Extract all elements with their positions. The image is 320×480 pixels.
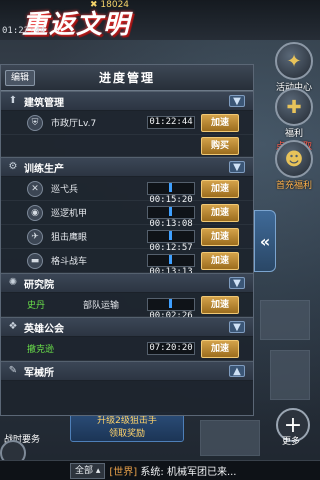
section-hero-guild[interactable]: ❖ 英雄公会 ▼ (1, 317, 253, 337)
building[interactable] (260, 300, 310, 340)
soldier-avatar-icon: ☻ (275, 140, 313, 178)
section-title: 建筑管理 (24, 97, 64, 109)
item-timer: 00:13:13 (147, 254, 195, 277)
section-title: 军械所 (24, 367, 54, 379)
chat-channel-select[interactable]: 全部 ▴ (70, 462, 106, 479)
research-topic: 部队运输 (83, 301, 120, 311)
city-hall-icon: ⛨ (27, 114, 43, 131)
speed-up-button[interactable]: 加速 (201, 339, 239, 358)
chat-channel-label: [世界] (109, 467, 138, 478)
speed-up-button[interactable]: 加速 (201, 227, 239, 246)
wrench-icon: ✎ (8, 365, 18, 376)
item-timer: 00:12:57 (147, 230, 195, 253)
section-title: 英雄公会 (24, 323, 64, 335)
item-timer: 01:22:44 (147, 116, 195, 129)
mech-icon: ◉ (27, 204, 43, 221)
building[interactable] (270, 350, 310, 400)
collapse-panel-button[interactable]: « (254, 210, 276, 272)
chat-bar[interactable]: 全部 ▴ [世界] 系统: 机械军团已来... (0, 460, 320, 480)
chat-message-text: 系统: 机械军团已来... (140, 467, 237, 478)
chevron-left-icon: « (259, 231, 271, 251)
panel-title: 进度管理 (98, 71, 155, 85)
list-item: 撤克逊 07:20:20 加速 (1, 337, 253, 361)
chevron-down-icon[interactable]: ▼ (229, 161, 245, 173)
aircraft-icon: ✈ (27, 228, 43, 245)
first-charge-button[interactable]: ☻ 首充福利 (268, 140, 320, 191)
speed-up-button[interactable]: 加速 (201, 251, 239, 270)
item-timer: 00:02:26 (147, 298, 195, 321)
list-item: ▬ 格斗战车 00:13:13 加速 (1, 249, 253, 277)
speed-up-button[interactable]: 加速 (201, 113, 239, 132)
speed-up-button[interactable]: 加速 (201, 179, 239, 198)
list-item: ✈ 狙击鹰眼 00:12:57 加速 (1, 225, 253, 253)
section-research[interactable]: ✺ 研究院 ▼ (1, 273, 253, 293)
gear-star-icon: ✦ (275, 42, 313, 80)
arrow-up-icon: ⬆ (8, 95, 18, 106)
section-title: 训练生产 (24, 163, 64, 175)
item-name: 格斗战车 (51, 257, 88, 267)
quest-banner[interactable]: 升级2级狙击手 领取奖励 (70, 412, 184, 442)
building[interactable] (200, 420, 260, 456)
buy-button[interactable]: 购买 (201, 136, 239, 155)
more-label: 更多 (282, 437, 301, 447)
item-name: 巡弋兵 (51, 185, 79, 195)
build-timer: 01:22:44 (2, 26, 46, 36)
progress-management-panel: 编辑 进度管理 ⬆ 建筑管理 ▼ ⛨ 市政厅Lv.7 01:22:44 加速 购… (0, 64, 254, 416)
researcher-name: 史丹 (27, 301, 46, 311)
section-armory[interactable]: ✎ 军械所 ▲ (1, 361, 253, 381)
first-charge-label: 首充福利 (275, 181, 312, 191)
item-timer: 07:20:20 (147, 342, 195, 355)
chevron-down-icon[interactable]: ▼ (229, 95, 245, 107)
quest-text: 升级2级狙击手 (97, 416, 157, 426)
atom-icon: ✺ (8, 277, 18, 288)
chat-message[interactable]: [世界] 系统: 机械军团已来... (109, 463, 309, 478)
chevron-down-icon[interactable]: ▲ (229, 365, 245, 377)
section-building[interactable]: ⬆ 建筑管理 ▼ (1, 91, 253, 111)
speed-up-button[interactable]: 加速 (201, 295, 239, 314)
speed-up-button[interactable]: 加速 (201, 203, 239, 222)
item-name: 狙击鹰眼 (51, 233, 88, 243)
section-training[interactable]: ⚙ 训练生产 ▼ (1, 157, 253, 177)
item-timer: 00:13:08 (147, 206, 195, 229)
hero-name: 撤克逊 (27, 345, 55, 355)
chevron-down-icon[interactable]: ▼ (229, 321, 245, 333)
welfare-label: 福利 (284, 129, 303, 139)
gear-icon: ⚙ (8, 161, 18, 172)
item-name: 巡逻机甲 (51, 209, 88, 219)
chevron-down-icon[interactable]: ▼ (229, 277, 245, 289)
panel-header: 编辑 进度管理 (1, 65, 253, 91)
list-item: ◉ 巡逻机甲 00:13:08 加速 (1, 201, 253, 229)
list-item: 购买 (1, 135, 253, 157)
top-status-bar: ✖ 18024 重返文明 (0, 0, 320, 40)
item-name: 市政厅Lv.7 (51, 119, 97, 129)
section-title: 研究院 (24, 279, 54, 291)
gift-icon: ✚ (275, 88, 313, 126)
list-item: ⛨ 市政厅Lv.7 01:22:44 加速 (1, 111, 253, 135)
list-item: ✕ 巡弋兵 00:15:20 加速 (1, 177, 253, 205)
item-timer: 00:15:20 (147, 182, 195, 205)
tank-icon: ▬ (27, 252, 43, 269)
infantry-icon: ✕ (27, 180, 43, 197)
event-center-button[interactable]: ✦ 活动中心 (268, 42, 320, 93)
list-item: 史丹 部队运输 00:02:26 加速 (1, 293, 253, 321)
hero-icon: ❖ (8, 321, 18, 332)
edit-button[interactable]: 编辑 (5, 70, 36, 86)
quest-reward-text: 领取奖励 (108, 429, 145, 439)
